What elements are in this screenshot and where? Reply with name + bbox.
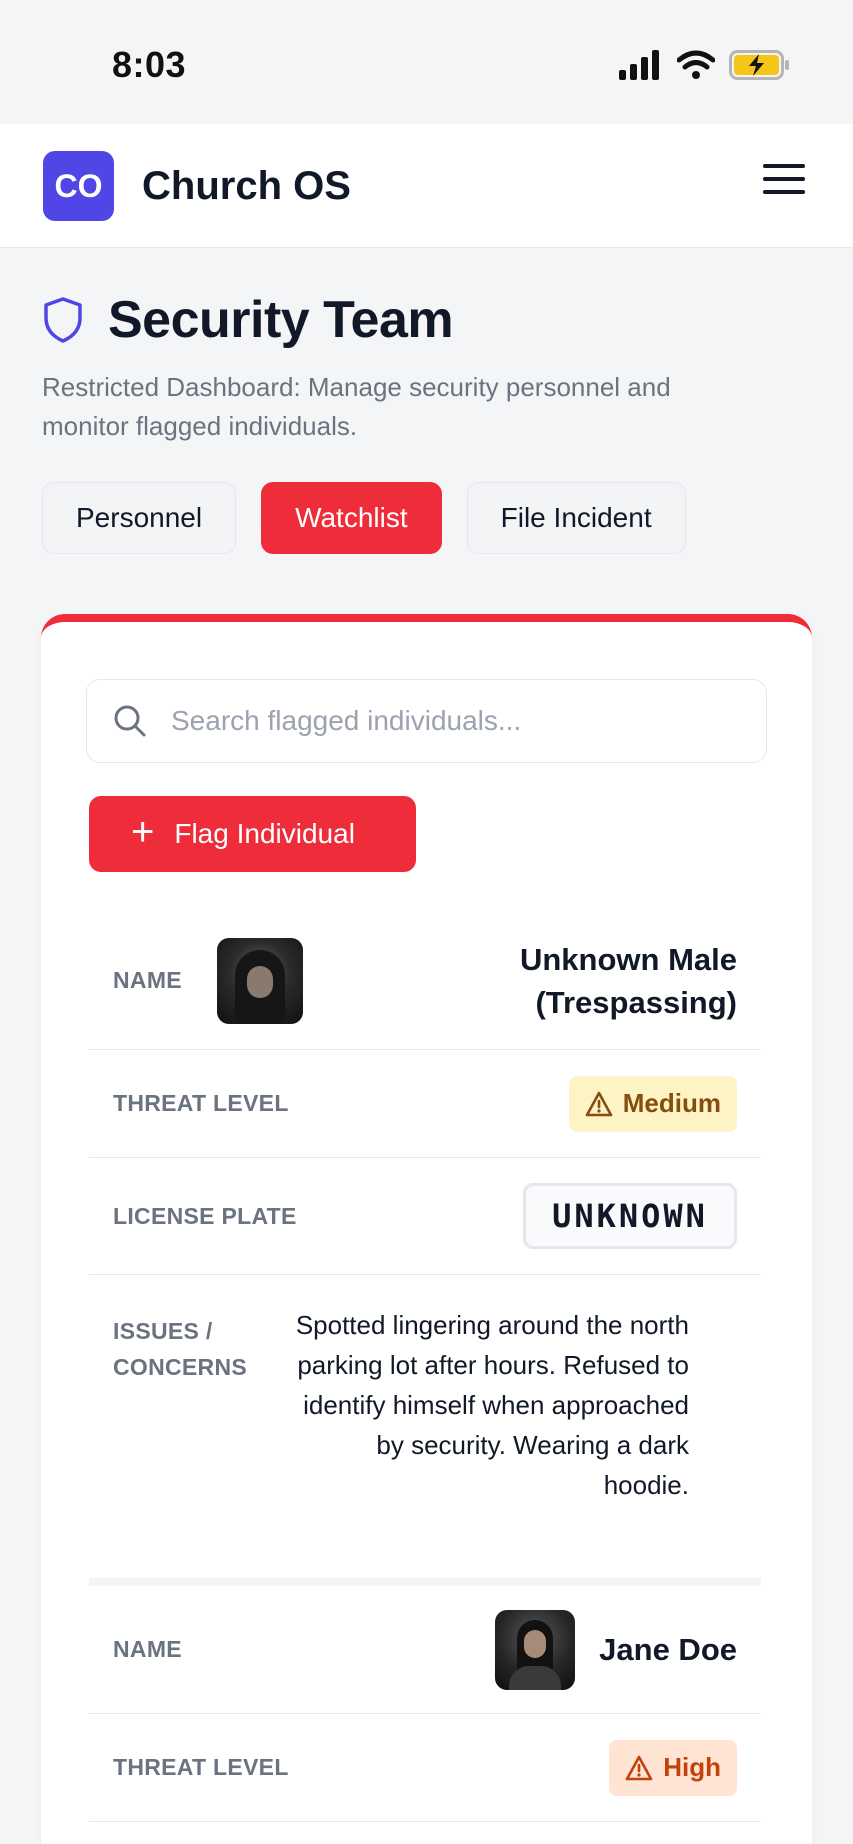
- threat-badge: Medium: [568, 1075, 737, 1132]
- plus-icon: +: [131, 810, 155, 854]
- tab-personnel[interactable]: Personnel: [42, 482, 237, 554]
- warning-triangle-icon: [625, 1755, 653, 1780]
- individual-name: Unknown Male (Trespassing): [519, 941, 737, 1020]
- license-plate-value: UNKNOWN: [523, 1183, 737, 1249]
- entry-name-row: NAME Unknown Male (Trespassing): [89, 912, 761, 1050]
- signal-icon: [619, 50, 659, 80]
- status-bar: 8:03: [0, 0, 853, 124]
- threat-level-label: THREAT LEVEL: [113, 1754, 289, 1780]
- license-plate-label: LICENSE PLATE: [113, 1202, 297, 1229]
- tab-watchlist[interactable]: Watchlist: [261, 482, 442, 554]
- entry-name-row: NAME Jane Doe: [89, 1586, 761, 1714]
- wifi-icon: [677, 50, 715, 79]
- page-subtitle: Restricted Dashboard: Manage security pe…: [42, 372, 671, 441]
- search-box[interactable]: [86, 679, 767, 763]
- page-title: Security Team: [108, 291, 454, 349]
- flag-individual-label: Flag Individual: [174, 818, 355, 849]
- threat-badge: High: [609, 1739, 737, 1796]
- search-icon: [114, 705, 146, 737]
- avatar[interactable]: [495, 1609, 576, 1690]
- warning-triangle-icon: [585, 1091, 613, 1116]
- individual-name: Jane Doe: [599, 1632, 737, 1667]
- status-time: 8:03: [112, 44, 187, 85]
- flag-individual-button[interactable]: + Flag Individual: [89, 796, 416, 872]
- app-name: Church OS: [142, 164, 351, 208]
- shield-icon: [44, 297, 82, 343]
- tab-bar: Personnel Watchlist File Incident: [42, 482, 686, 554]
- entry-threat-row: THREAT LEVEL Medium: [89, 1050, 761, 1158]
- search-input[interactable]: [171, 705, 731, 737]
- avatar[interactable]: [216, 937, 303, 1024]
- threat-level-value: Medium: [622, 1088, 721, 1118]
- watchlist-card: + Flag Individual NAME Unknown Male (Tre…: [41, 614, 812, 1844]
- status-icons: [619, 50, 791, 80]
- issues-text: Spotted lingering around the north parki…: [295, 1310, 689, 1500]
- threat-level-label: THREAT LEVEL: [113, 1090, 289, 1116]
- entry-issues-row: ISSUES / CONCERNS Spotted lingering arou…: [89, 1275, 761, 1586]
- tab-file-incident[interactable]: File Incident: [466, 482, 686, 554]
- page-header: Security Team Restricted Dashboard: Mana…: [42, 290, 822, 446]
- entry-plate-row: LICENSE PLATE UNKNOWN: [89, 1158, 761, 1275]
- hamburger-menu-icon[interactable]: [763, 164, 805, 206]
- app-logo[interactable]: CO: [43, 151, 114, 221]
- watchlist-entries: NAME Unknown Male (Trespassing) THREAT L…: [89, 912, 761, 1822]
- app-header: CO Church OS: [0, 124, 853, 248]
- threat-level-value: High: [663, 1752, 721, 1782]
- battery-charging-icon: [729, 50, 789, 80]
- name-label: NAME: [113, 967, 182, 993]
- name-label: NAME: [113, 1636, 182, 1662]
- issues-label: ISSUES / CONCERNS: [113, 1318, 248, 1380]
- entry-threat-row: THREAT LEVEL High: [89, 1714, 761, 1822]
